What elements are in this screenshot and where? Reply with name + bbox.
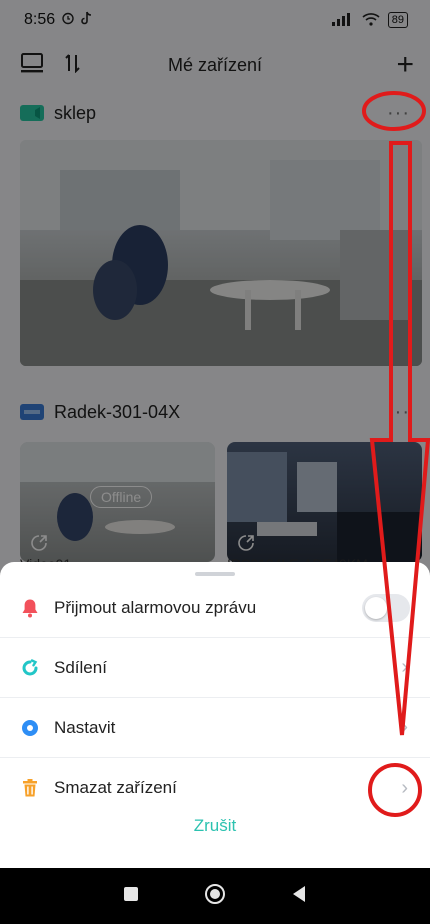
- sheet-item-share[interactable]: Sdílení ›: [0, 638, 430, 698]
- cancel-button[interactable]: Zrušit: [0, 802, 430, 850]
- sheet-item-label: Sdílení: [54, 657, 107, 677]
- chevron-right-icon: ›: [401, 776, 408, 799]
- sheet-item-label: Nastavit: [54, 717, 116, 737]
- sheet-item-label: Přijmout alarmovou zprávu: [54, 597, 257, 617]
- sheet-item-settings[interactable]: Nastavit ›: [0, 698, 430, 758]
- home-icon[interactable]: [204, 883, 226, 910]
- alarm-toggle[interactable]: [362, 593, 410, 622]
- chevron-right-icon: ›: [401, 656, 408, 678]
- settings-icon: [20, 718, 40, 738]
- trash-icon: [20, 778, 40, 798]
- sheet-item-label: Smazat zařízení: [54, 778, 177, 797]
- chevron-right-icon: ›: [401, 716, 408, 738]
- device-options-sheet: Přijmout alarmovou zprávu Sdílení › Nast…: [0, 562, 430, 868]
- back-icon[interactable]: [291, 885, 307, 908]
- toggle-knob: [365, 596, 387, 619]
- recents-icon[interactable]: [123, 886, 139, 907]
- system-nav-bar: [0, 868, 430, 924]
- share-icon: [20, 658, 40, 678]
- sheet-item-alarm[interactable]: Přijmout alarmovou zprávu: [0, 578, 430, 638]
- sheet-handle[interactable]: [195, 572, 235, 576]
- bell-icon: [20, 598, 40, 618]
